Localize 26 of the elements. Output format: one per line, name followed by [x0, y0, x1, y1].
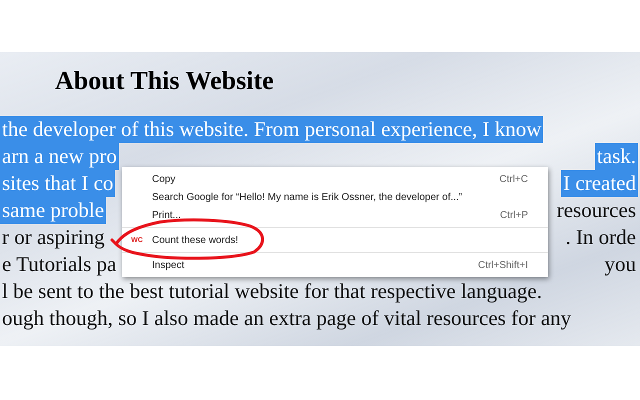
menu-item[interactable]: Print... Ctrl+P — [122, 206, 548, 224]
page-heading: About This Website — [54, 65, 275, 97]
body-text: ough though, so I also made an extra page of vital resources for any — [1, 305, 572, 332]
body-text: l be sent to the best tutorial website for that respective language. — [1, 278, 543, 305]
body-text: same proble — [0, 197, 106, 224]
body-text: e Tutorials pa — [1, 251, 118, 278]
menu-label: Print... — [152, 210, 182, 220]
menu-item[interactable]: Search Google for “Hello! My name is Erik Ossner, the developer of...” — [122, 188, 548, 206]
menu-label: Count these words! — [152, 234, 240, 246]
menu-label: Inspect — [152, 260, 186, 270]
shortcut-text: Ctrl+C — [499, 174, 528, 184]
body-text: . In orde — [564, 224, 637, 251]
body-text: r or aspiring — [1, 224, 106, 251]
menu-item[interactable]: Copy Ctrl+C — [122, 170, 548, 188]
body-text: task. — [594, 143, 638, 170]
menu-label: Copy — [152, 174, 176, 184]
body-text: sites that I co — [0, 170, 116, 197]
body-text: I created — [561, 170, 638, 197]
shortcut-text: Ctrl+Shift+I — [478, 260, 528, 270]
body-text: you — [604, 251, 637, 278]
menu-item[interactable]: Inspect Ctrl+Shift+I — [122, 256, 548, 274]
body-text: resources — [556, 197, 637, 224]
body-text: arn a new pro — [0, 143, 119, 170]
body-text: the developer of this website. From personal experience, I know — [0, 116, 544, 143]
shortcut-text: Ctrl+P — [500, 210, 528, 220]
menu-label: Search Google for “Hello! My name is Erik Ossner, the developer of...” — [152, 192, 464, 202]
